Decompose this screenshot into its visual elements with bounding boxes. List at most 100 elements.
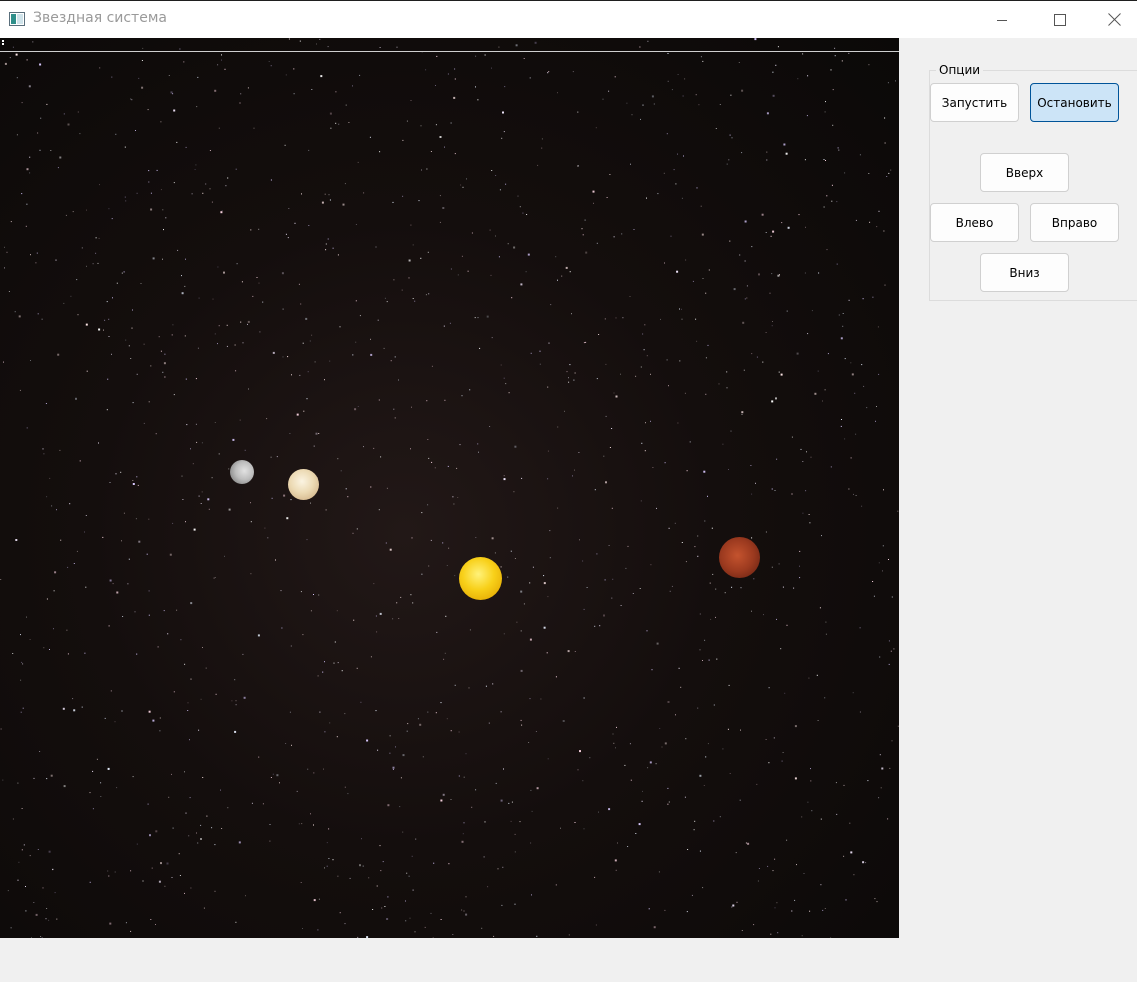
star bbox=[766, 151, 768, 153]
star bbox=[408, 875, 410, 877]
star bbox=[574, 469, 575, 471]
move-up-button[interactable]: Вверх bbox=[980, 153, 1069, 192]
status-bar bbox=[0, 938, 1137, 982]
star bbox=[72, 211, 74, 213]
star bbox=[707, 344, 709, 346]
maximize-button[interactable] bbox=[1037, 1, 1083, 38]
star-system-canvas[interactable] bbox=[0, 38, 899, 938]
star bbox=[63, 302, 65, 304]
star bbox=[489, 426, 491, 427]
star bbox=[203, 907, 205, 909]
star bbox=[611, 507, 613, 509]
star bbox=[475, 86, 476, 88]
star bbox=[357, 161, 359, 163]
star bbox=[881, 767, 884, 770]
star bbox=[155, 433, 157, 435]
star bbox=[866, 407, 868, 409]
star bbox=[291, 374, 292, 376]
star bbox=[324, 661, 325, 663]
star bbox=[890, 169, 892, 171]
star bbox=[340, 470, 342, 472]
minimize-button[interactable] bbox=[979, 1, 1025, 38]
star bbox=[197, 76, 199, 78]
stop-button[interactable]: Остановить bbox=[1030, 83, 1119, 122]
star bbox=[427, 711, 429, 713]
star bbox=[106, 301, 108, 303]
star bbox=[3, 361, 4, 363]
star bbox=[186, 424, 188, 426]
title-bar[interactable]: Звездная система bbox=[0, 0, 1137, 38]
star bbox=[692, 280, 694, 282]
star bbox=[879, 754, 881, 756]
close-button[interactable] bbox=[1091, 1, 1137, 38]
star bbox=[794, 777, 797, 780]
star bbox=[218, 325, 220, 327]
star bbox=[826, 195, 828, 197]
star bbox=[739, 799, 741, 801]
star bbox=[419, 723, 422, 726]
star bbox=[471, 232, 473, 234]
star bbox=[708, 659, 710, 661]
star bbox=[171, 877, 173, 878]
star bbox=[647, 40, 649, 42]
star bbox=[699, 850, 701, 852]
star bbox=[285, 74, 287, 76]
star bbox=[678, 667, 680, 669]
star bbox=[736, 901, 738, 903]
star bbox=[729, 240, 731, 242]
star bbox=[159, 730, 161, 732]
star bbox=[520, 669, 523, 672]
planet-venus bbox=[288, 469, 319, 500]
star bbox=[526, 214, 528, 215]
star bbox=[84, 652, 86, 654]
star bbox=[431, 365, 433, 367]
start-button[interactable]: Запустить bbox=[930, 83, 1019, 122]
star bbox=[311, 89, 313, 90]
star bbox=[172, 827, 174, 829]
star bbox=[135, 518, 137, 520]
star bbox=[656, 642, 659, 645]
star bbox=[22, 707, 24, 709]
star bbox=[808, 514, 810, 515]
star bbox=[349, 877, 351, 879]
star bbox=[555, 676, 557, 678]
star bbox=[577, 111, 579, 113]
star bbox=[739, 254, 741, 256]
star bbox=[730, 430, 732, 432]
star bbox=[503, 633, 505, 635]
star bbox=[288, 38, 290, 40]
move-down-button[interactable]: Вниз bbox=[980, 253, 1069, 292]
star bbox=[531, 810, 533, 812]
star bbox=[889, 767, 891, 769]
star bbox=[108, 875, 110, 877]
star bbox=[345, 104, 347, 106]
star bbox=[22, 663, 24, 665]
star bbox=[684, 796, 686, 798]
star bbox=[635, 375, 637, 377]
star bbox=[178, 853, 180, 855]
star bbox=[869, 221, 871, 223]
star bbox=[328, 858, 330, 859]
star bbox=[98, 237, 100, 239]
star bbox=[731, 586, 733, 588]
star bbox=[15, 539, 18, 541]
star bbox=[779, 274, 780, 276]
star bbox=[329, 199, 331, 201]
star bbox=[128, 558, 130, 560]
star bbox=[421, 512, 423, 514]
star bbox=[735, 852, 737, 854]
star bbox=[766, 159, 768, 161]
star bbox=[338, 123, 340, 125]
toolbar-grip[interactable] bbox=[2, 40, 5, 48]
star bbox=[494, 552, 496, 554]
star bbox=[822, 400, 823, 402]
star bbox=[209, 188, 211, 190]
star bbox=[313, 899, 316, 902]
star bbox=[281, 627, 283, 629]
star bbox=[214, 577, 216, 578]
move-left-button[interactable]: Влево bbox=[930, 203, 1019, 242]
move-right-button[interactable]: Вправо bbox=[1030, 203, 1119, 242]
star bbox=[744, 220, 747, 223]
star bbox=[184, 663, 186, 665]
star bbox=[156, 169, 158, 171]
